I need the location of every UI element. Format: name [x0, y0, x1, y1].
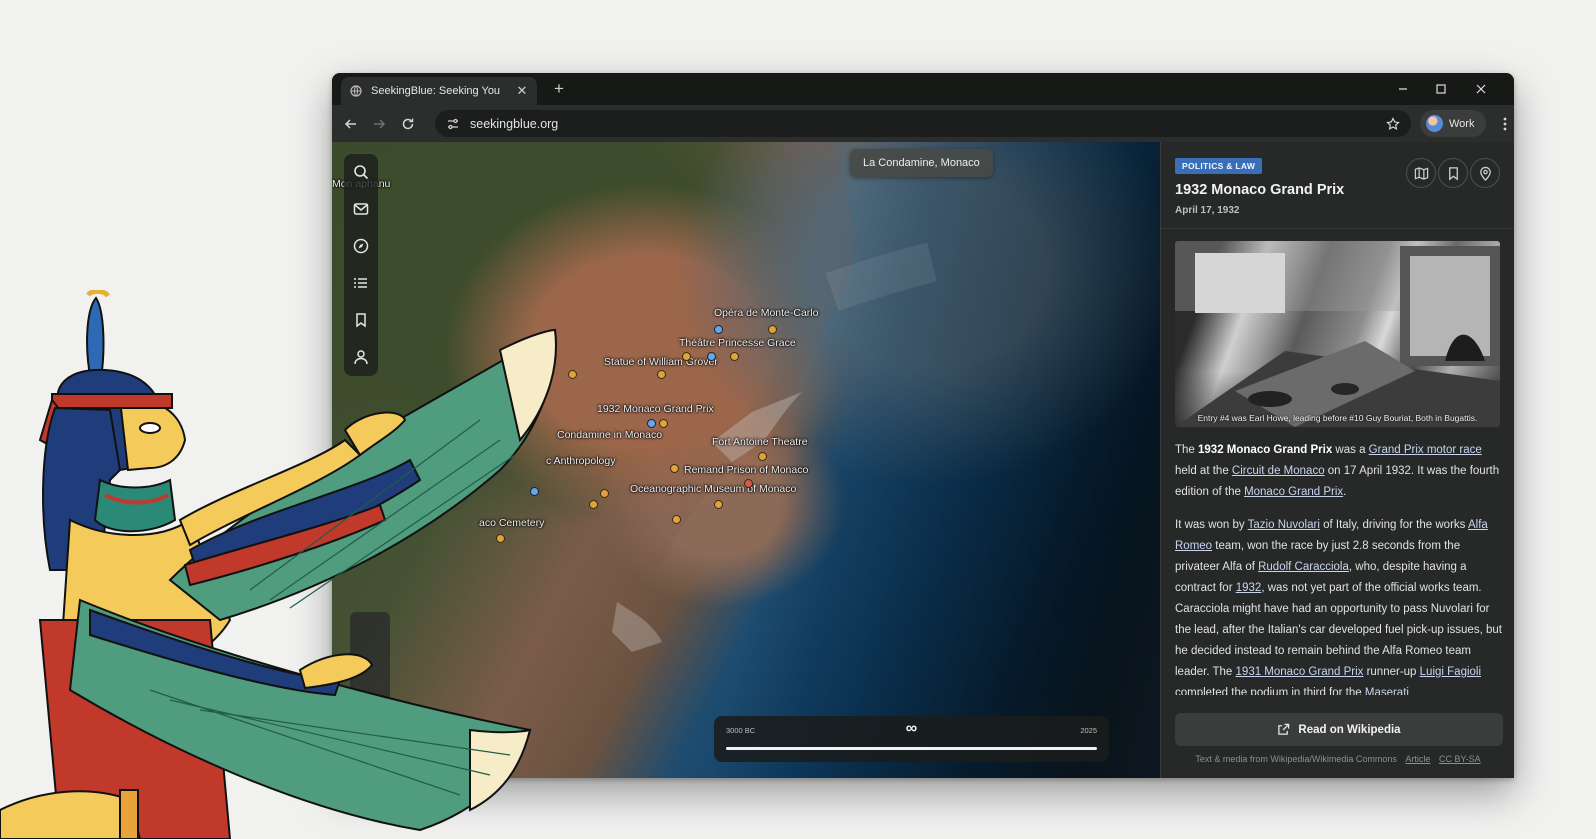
license-link[interactable]: CC BY-SA	[1439, 754, 1481, 764]
article-title: 1932 Monaco Grand Prix	[1175, 182, 1345, 198]
link-grand-prix-motor-race[interactable]: Grand Prix motor race	[1369, 444, 1482, 456]
url-text: seekingblue.org	[470, 116, 559, 131]
photo-caption: Entry #4 was Earl Howe, leading before #…	[1197, 413, 1478, 423]
maximize-button[interactable]	[1422, 73, 1460, 105]
globe-icon	[350, 85, 362, 97]
map-poi[interactable]	[647, 419, 656, 428]
location-pin-icon[interactable]	[1470, 158, 1500, 188]
text-run: .	[1343, 486, 1347, 498]
map-label-oceano[interactable]: Oceanographic Museum of Monaco	[630, 483, 796, 495]
link-1932[interactable]: 1932	[1236, 582, 1262, 594]
location-pill: La Condamine, Monaco	[850, 149, 993, 177]
credits-line: Text & media from Wikipedia/Wikimedia Co…	[1161, 754, 1514, 764]
link-tazio-nuvolari[interactable]: Tazio Nuvolari	[1248, 519, 1320, 531]
map-label-theatre-grace[interactable]: Théâtre Princesse Grace	[679, 337, 796, 349]
browser-toolbar: seekingblue.org Work	[332, 105, 1514, 142]
link-rudolf-caracciola[interactable]: Rudolf Caracciola	[1258, 561, 1349, 573]
text-run: of Italy, driving for the works	[1319, 519, 1468, 531]
bookmark-star-icon[interactable]	[1383, 114, 1403, 134]
map-poi[interactable]	[714, 325, 723, 334]
new-tab-button[interactable]: +	[547, 77, 571, 101]
read-on-wikipedia-button[interactable]: Read on Wikipedia	[1175, 713, 1503, 746]
text-run: held at the	[1175, 465, 1232, 477]
map-poi[interactable]	[744, 479, 753, 488]
map-label-prison[interactable]: Remand Prison of Monaco	[684, 464, 808, 476]
back-button[interactable]	[339, 112, 363, 136]
map-icon[interactable]	[1406, 158, 1436, 188]
text-run: runner-up	[1363, 666, 1420, 678]
category-badge: POLITICS & LAW	[1175, 158, 1263, 174]
link-monaco-grand-prix[interactable]: Monaco Grand Prix	[1244, 486, 1343, 498]
tab-bar: SeekingBlue: Seeking You ✕ +	[332, 73, 1514, 105]
link-luigi-fagioli[interactable]: Luigi Fagioli	[1420, 666, 1481, 678]
profile-button[interactable]: Work	[1420, 110, 1486, 137]
read-button-label: Read on Wikipedia	[1298, 723, 1401, 736]
forward-button[interactable]	[367, 112, 391, 136]
article-link[interactable]: Article	[1405, 754, 1430, 764]
map-label-opera[interactable]: Opéra de Monte-Carlo	[714, 307, 818, 319]
article-photo: Entry #4 was Earl Howe, leading before #…	[1175, 241, 1500, 427]
tab-title: SeekingBlue: Seeking You	[371, 85, 501, 97]
map-label-condamine[interactable]: Condamine in Monaco	[557, 429, 662, 441]
map-poi[interactable]	[768, 325, 777, 334]
winged-goddess-illustration	[0, 290, 557, 839]
map-poi[interactable]	[707, 352, 716, 361]
browser-menu-icon[interactable]	[1495, 112, 1514, 136]
map-poi[interactable]	[670, 464, 679, 473]
link-maserati[interactable]: Maserati	[1365, 687, 1409, 695]
text-run: It was won by	[1175, 519, 1248, 531]
close-window-button[interactable]	[1462, 73, 1500, 105]
reload-button[interactable]	[396, 112, 420, 136]
article-panel: POLITICS & LAW 1932 Monaco Grand Prix Ap…	[1160, 142, 1514, 778]
mail-icon[interactable]	[347, 195, 375, 223]
map-label-fort[interactable]: Fort Antoine Theatre	[712, 436, 808, 448]
avatar	[1426, 115, 1443, 132]
map-poi[interactable]	[758, 452, 767, 461]
compass-icon[interactable]	[347, 232, 375, 260]
bold-term: 1932 Monaco Grand Prix	[1198, 444, 1333, 456]
search-icon[interactable]	[347, 158, 375, 186]
map-poi[interactable]	[714, 500, 723, 509]
timeline-slider[interactable]	[726, 747, 1097, 750]
infinity-icon[interactable]: ∞	[714, 720, 1109, 738]
article-paragraph: The 1932 Monaco Grand Prix was a Grand P…	[1175, 440, 1505, 503]
map-poi[interactable]	[589, 500, 598, 509]
article-date: April 17, 1932	[1175, 205, 1240, 216]
text-run: The	[1175, 444, 1199, 456]
map-poi[interactable]	[682, 352, 691, 361]
photo-scene	[1175, 241, 1500, 427]
text-run: was a	[1332, 444, 1369, 456]
bookmark-icon[interactable]	[1438, 158, 1468, 188]
text-run: completed the podium in third for the	[1175, 687, 1365, 695]
browser-tab[interactable]: SeekingBlue: Seeking You ✕	[341, 77, 537, 105]
link-1931-monaco-grand-prix[interactable]: 1931 Monaco Grand Prix	[1236, 666, 1364, 678]
map-poi[interactable]	[730, 352, 739, 361]
timeline-control: 3000 BC 2025 ∞	[714, 716, 1109, 762]
article-paragraph: It was won by Tazio Nuvolari of Italy, d…	[1175, 515, 1505, 695]
credits-text: Text & media from Wikipedia/Wikimedia Co…	[1195, 754, 1397, 764]
map-poi[interactable]	[659, 419, 668, 428]
link-circuit-de-monaco[interactable]: Circuit de Monaco	[1232, 465, 1325, 477]
map-poi[interactable]	[657, 370, 666, 379]
profile-label: Work	[1449, 117, 1475, 130]
text-run: , was not yet part of the official works…	[1175, 582, 1502, 678]
article-scroll-area[interactable]: The 1932 Monaco Grand Prix was a Grand P…	[1161, 427, 1514, 695]
map-label-grandprix[interactable]: 1932 Monaco Grand Prix	[597, 403, 714, 415]
map-label-statue[interactable]: Statue of William Grover	[604, 356, 718, 368]
external-link-icon	[1278, 723, 1290, 735]
panel-divider	[1161, 228, 1514, 229]
article-body: The 1932 Monaco Grand Prix was a Grand P…	[1175, 440, 1505, 695]
map-poi[interactable]	[600, 489, 609, 498]
map-poi[interactable]	[672, 515, 681, 524]
close-tab-icon[interactable]: ✕	[513, 83, 531, 99]
site-settings-icon[interactable]	[444, 115, 462, 133]
minimize-button[interactable]	[1384, 73, 1422, 105]
address-bar[interactable]: seekingblue.org	[435, 110, 1411, 137]
